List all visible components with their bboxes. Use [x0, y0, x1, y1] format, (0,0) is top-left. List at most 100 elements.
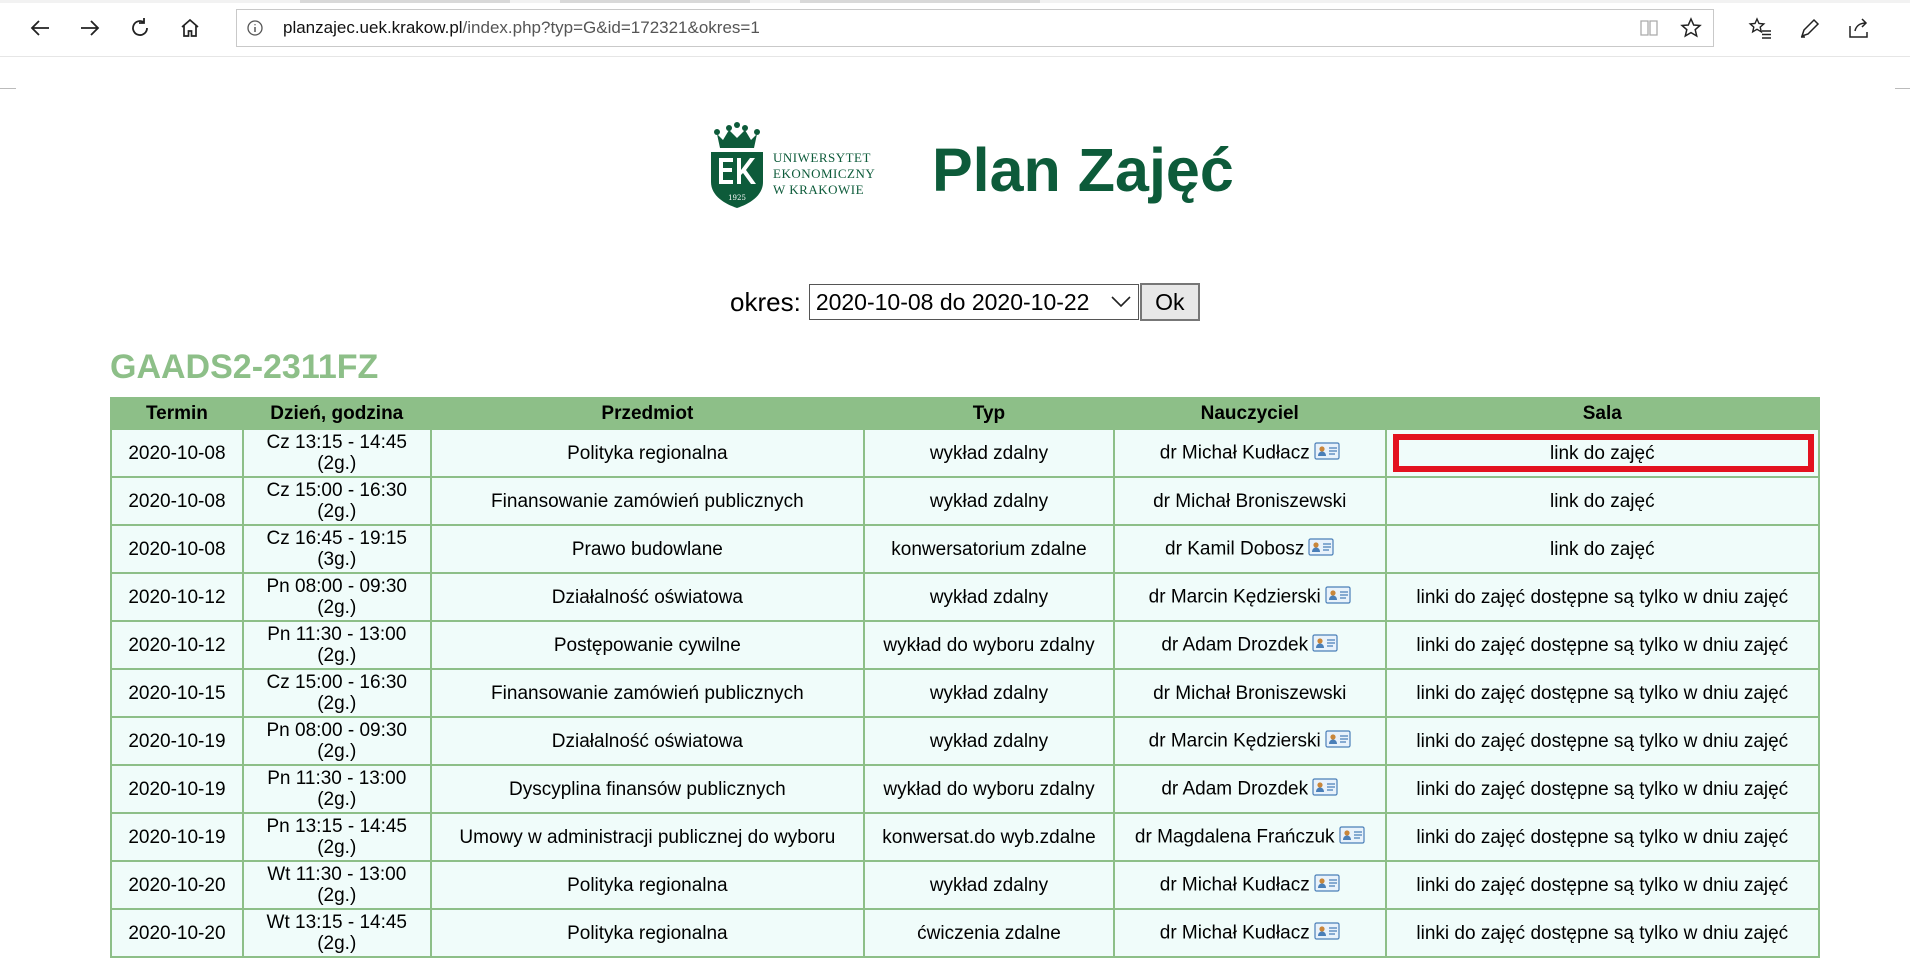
teacher-card-icon[interactable] [1325, 585, 1351, 609]
page-title: Plan Zajęć [932, 136, 1234, 204]
table-row: 2020-10-08 Cz 16:45 - 19:15 (3g.) Prawo bud… [110, 524, 1821, 574]
nauczyciel-cell: dr Adam Drozdek [1112, 620, 1387, 670]
column-header-nauczyciel: Nauczyciel [1112, 397, 1387, 430]
university-logo: 1925 UNIWERSYTET EKONOMICZNY W KRAKOWIE [705, 120, 895, 210]
sala-cell: link do zajęć [1384, 428, 1821, 478]
favorites-hub-icon[interactable] [1744, 12, 1776, 44]
sala-cell: linki do zajęć dostępne są tylko w dniu … [1384, 908, 1821, 958]
time-range: Pn 11:30 - 13:00 [267, 624, 407, 645]
time-range: Pn 08:00 - 09:30 [266, 720, 408, 741]
termin-cell: 2020-10-12 [110, 572, 244, 622]
teacher-name: dr Marcin Kędzierski [1148, 730, 1321, 752]
teacher-card-icon[interactable] [1314, 873, 1340, 897]
typ-cell: wykład do wyboru zdalny [863, 764, 1115, 814]
ok-button[interactable]: Ok [1139, 283, 1200, 321]
teacher-card-icon[interactable] [1325, 729, 1351, 753]
refresh-button[interactable] [122, 10, 158, 46]
przedmiot-cell: Umowy w administracji publicznej do wybo… [429, 812, 866, 862]
reading-view-icon[interactable] [1637, 16, 1661, 40]
przedmiot-cell: Polityka regionalna [429, 860, 866, 910]
time-range: Wt 13:15 - 14:45 [266, 912, 407, 933]
przedmiot-cell: Polityka regionalna [429, 428, 866, 478]
url-text[interactable]: planzajec.uek.krakow.pl/index.php?typ=G&… [283, 10, 760, 46]
nauczyciel-cell: dr Michał Kudłacz [1112, 908, 1387, 958]
sala-cell: linki do zajęć dostępne są tylko w dniu … [1384, 716, 1821, 766]
dzien-cell: Pn 08:00 - 09:30 (2g.) [241, 572, 432, 622]
address-bar[interactable]: planzajec.uek.krakow.pl/index.php?typ=G&… [236, 9, 1714, 47]
dzien-cell: Cz 15:00 - 16:30 (2g.) [241, 476, 432, 526]
url-path: /index.php?typ=G&id=172321&okres=1 [462, 18, 760, 37]
typ-cell: wykład do wyboru zdalny [863, 620, 1115, 670]
forward-button[interactable] [72, 10, 108, 46]
home-icon [181, 18, 199, 37]
nauczyciel-cell: dr Adam Drozdek [1112, 764, 1387, 814]
info-icon[interactable] [245, 18, 265, 38]
column-header-typ: Typ [863, 397, 1115, 430]
teacher-name: dr Kamil Dobosz [1165, 538, 1305, 560]
period-select[interactable]: 2020-10-08 do 2020-10-22 [808, 284, 1139, 320]
refresh-icon [132, 18, 148, 36]
table-row: 2020-10-15 Cz 15:00 - 16:30 (2g.) Finansowa… [110, 668, 1821, 718]
time-range: Pn 08:00 - 09:30 [266, 576, 408, 597]
teacher-name: dr Michał Broniszewski [1153, 490, 1347, 512]
back-button[interactable] [22, 10, 58, 46]
crown-crest-icon: 1925 [711, 122, 763, 208]
nauczyciel-cell: dr Michał Broniszewski [1112, 668, 1387, 718]
teacher-card-icon[interactable] [1314, 441, 1340, 465]
termin-cell: 2020-10-20 [110, 908, 244, 958]
url-host: planzajec.uek.krakow.pl [283, 18, 463, 37]
table-row: 2020-10-19 Pn 13:15 - 14:45 (2g.) Umowy w a… [110, 812, 1821, 862]
home-button[interactable] [172, 10, 208, 46]
logo-line: EKONOMICZNY [773, 166, 876, 181]
termin-cell: 2020-10-08 [110, 428, 244, 478]
pen-notes-icon[interactable] [1794, 12, 1826, 44]
table-row: 2020-10-20 Wt 11:30 - 13:00 (2g.) Polityka … [110, 860, 1821, 910]
dzien-cell: Pn 08:00 - 09:30 (2g.) [241, 716, 432, 766]
schedule-table: Termin Dzień, godzina Przedmiot Typ Nauc… [110, 397, 1821, 958]
teacher-card-icon[interactable] [1314, 921, 1340, 945]
przedmiot-cell: Finansowanie zamówień publicznych [429, 476, 866, 526]
teacher-card-icon[interactable] [1312, 777, 1338, 801]
teacher-name: dr Marcin Kędzierski [1148, 586, 1321, 608]
dzien-cell: Cz 15:00 - 16:30 (2g.) [241, 668, 432, 718]
time-range: Wt 11:30 - 13:00 [267, 864, 407, 885]
dzien-cell: Cz 16:45 - 19:15 (3g.) [241, 524, 432, 574]
share-icon[interactable] [1843, 12, 1875, 44]
typ-cell: wykład zdalny [863, 476, 1115, 526]
sala-cell: linki do zajęć dostępne są tylko w dniu … [1384, 860, 1821, 910]
arrow-right-icon [81, 20, 100, 36]
class-link[interactable]: link do zajęć [1550, 443, 1655, 464]
period-form: okres: 2020-10-08 do 2020-10-22 Ok [730, 283, 1200, 321]
typ-cell: wykład zdalny [863, 860, 1115, 910]
column-header-termin: Termin [110, 397, 244, 430]
teacher-name: dr Michał Kudłacz [1159, 442, 1310, 464]
przedmiot-cell: Działalność oświatowa [429, 716, 866, 766]
class-link[interactable]: link do zajęć [1550, 539, 1655, 560]
nauczyciel-cell: dr Marcin Kędzierski [1112, 572, 1387, 622]
column-header-sala: Sala [1384, 397, 1821, 430]
table-row: 2020-10-12 Pn 08:00 - 09:30 (2g.) Działalno… [110, 572, 1821, 622]
termin-cell: 2020-10-19 [110, 716, 244, 766]
sala-cell: linki do zajęć dostępne są tylko w dniu … [1384, 812, 1821, 862]
sala-cell: linki do zajęć dostępne są tylko w dniu … [1384, 764, 1821, 814]
table-row: 2020-10-08 Cz 13:15 - 14:45 (2g.) Polityka … [110, 428, 1821, 478]
schedule-body: 2020-10-08 Cz 13:15 - 14:45 (2g.) Polityka … [110, 428, 1821, 958]
svg-text:1925: 1925 [728, 194, 746, 202]
hours-count: (2g.) [317, 597, 357, 618]
typ-cell: wykład zdalny [863, 572, 1115, 622]
hours-count: (2g.) [317, 837, 357, 858]
przedmiot-cell: Prawo budowlane [429, 524, 866, 574]
favorite-star-icon[interactable] [1679, 16, 1703, 40]
hours-count: (2g.) [317, 933, 357, 954]
logo-wordmark: UNIWERSYTET EKONOMICZNY W KRAKOWIE [773, 150, 875, 198]
termin-cell: 2020-10-08 [110, 524, 244, 574]
column-header-dzien: Dzień, godzina [241, 397, 432, 430]
group-title: GAADS2-2311FZ [110, 348, 379, 386]
teacher-card-icon[interactable] [1308, 537, 1335, 561]
hours-count: (2g.) [317, 885, 357, 906]
period-selected-value: 2020-10-08 do 2020-10-22 [815, 289, 1090, 315]
table-row: 2020-10-19 Pn 11:30 - 13:00 (2g.) Dyscyplin… [110, 764, 1821, 814]
teacher-card-icon[interactable] [1312, 633, 1338, 657]
class-link[interactable]: link do zajęć [1550, 491, 1655, 512]
teacher-card-icon[interactable] [1338, 825, 1365, 849]
